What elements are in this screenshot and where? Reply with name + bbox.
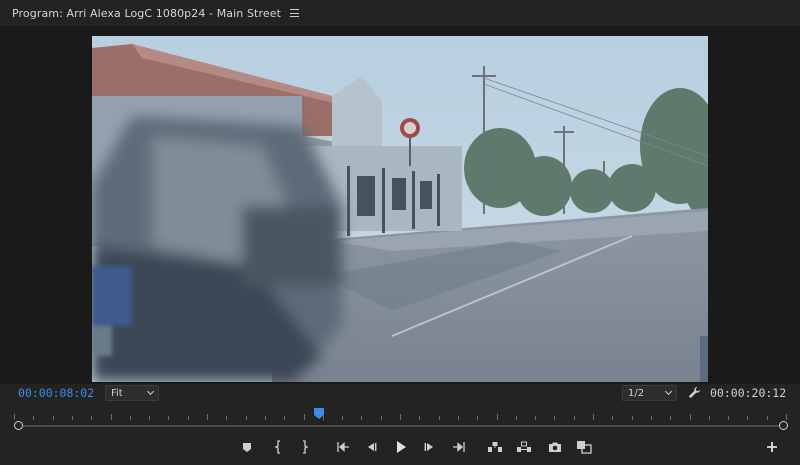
panel-header: Program: Arri Alexa LogC 1080p24 - Main … bbox=[0, 0, 800, 26]
ruler-tick bbox=[14, 414, 15, 420]
ruler-tick bbox=[168, 416, 170, 420]
ruler-tick bbox=[129, 416, 131, 420]
ruler-tick bbox=[400, 414, 401, 420]
extract-icon bbox=[517, 441, 531, 452]
transport-controls bbox=[0, 436, 800, 458]
go-to-in-button[interactable] bbox=[334, 438, 352, 456]
mark-out-icon bbox=[303, 440, 309, 454]
scrub-track[interactable] bbox=[18, 425, 783, 427]
comparison-view-icon bbox=[577, 441, 592, 454]
mark-in-icon bbox=[274, 440, 280, 454]
video-frame[interactable] bbox=[92, 36, 708, 382]
ruler-tick bbox=[457, 416, 459, 420]
time-ruler[interactable] bbox=[14, 408, 787, 422]
ruler-tick bbox=[207, 414, 208, 420]
ruler-tick bbox=[689, 414, 691, 420]
settings-wrench-icon[interactable] bbox=[688, 386, 701, 399]
ruler-tick bbox=[477, 416, 479, 420]
mark-in-button[interactable] bbox=[269, 438, 287, 456]
ruler-tick bbox=[284, 416, 286, 420]
ruler-tick bbox=[535, 416, 537, 420]
ruler-tick bbox=[747, 416, 749, 420]
step-back-button[interactable] bbox=[362, 438, 380, 456]
ruler-tick bbox=[52, 416, 54, 420]
ruler-tick bbox=[33, 416, 35, 420]
ruler-tick bbox=[496, 414, 498, 420]
ruler-tick bbox=[245, 416, 247, 420]
comparison-view-button[interactable] bbox=[575, 438, 593, 456]
ruler-tick bbox=[766, 416, 768, 420]
go-to-out-button[interactable] bbox=[450, 438, 468, 456]
ruler-tick bbox=[419, 416, 421, 420]
step-forward-button[interactable] bbox=[421, 438, 439, 456]
step-forward-icon bbox=[424, 443, 433, 451]
ruler-tick bbox=[515, 416, 517, 420]
ruler-tick bbox=[650, 416, 652, 420]
add-marker-button[interactable] bbox=[238, 438, 256, 456]
ruler-tick bbox=[380, 416, 382, 420]
ruler-tick bbox=[708, 416, 710, 420]
chevron-down-icon bbox=[146, 387, 155, 396]
playhead-marker[interactable] bbox=[313, 408, 324, 419]
button-editor-button[interactable] bbox=[763, 438, 781, 456]
ruler-tick bbox=[342, 416, 344, 420]
viewer-controls-row: 00:00:08:02 Fit 1/2 00:00:20:12 bbox=[0, 384, 800, 404]
ruler-tick bbox=[593, 414, 594, 420]
panel-menu-icon[interactable] bbox=[290, 9, 299, 17]
ruler-tick bbox=[670, 416, 672, 420]
ruler-tick bbox=[187, 416, 189, 420]
zoom-scroll-handle-right[interactable] bbox=[779, 421, 788, 430]
duration-timecode: 00:00:20:12 bbox=[710, 386, 787, 400]
ruler-tick bbox=[264, 416, 266, 420]
extract-button[interactable] bbox=[515, 438, 533, 456]
export-frame-icon bbox=[549, 442, 561, 452]
ruler-tick bbox=[361, 416, 363, 420]
playback-resolution-select[interactable]: 1/2 bbox=[622, 385, 677, 401]
current-timecode[interactable]: 00:00:08:02 bbox=[18, 386, 94, 400]
ruler-tick bbox=[71, 416, 73, 420]
ruler-tick bbox=[110, 414, 112, 420]
mark-out-button[interactable] bbox=[296, 438, 314, 456]
zoom-level-select[interactable]: Fit bbox=[105, 385, 159, 401]
playback-resolution-value: 1/2 bbox=[628, 387, 645, 399]
program-monitor-viewer[interactable] bbox=[0, 26, 800, 384]
export-frame-button[interactable] bbox=[546, 438, 564, 456]
play-button[interactable] bbox=[392, 438, 410, 456]
lift-button[interactable] bbox=[486, 438, 504, 456]
go-to-out-icon bbox=[453, 442, 465, 452]
video-frame-image bbox=[92, 36, 708, 382]
ruler-tick bbox=[554, 416, 556, 420]
zoom-level-value: Fit bbox=[111, 387, 123, 399]
go-to-in-icon bbox=[337, 442, 349, 452]
ruler-tick bbox=[728, 416, 730, 420]
zoom-scroll-handle-left[interactable] bbox=[14, 421, 23, 430]
ruler-tick bbox=[786, 414, 787, 420]
chevron-down-icon bbox=[664, 387, 673, 396]
ruler-tick bbox=[438, 416, 440, 420]
ruler-tick bbox=[612, 416, 614, 420]
add-marker-icon bbox=[243, 442, 251, 452]
ruler-tick bbox=[303, 414, 305, 420]
lift-icon bbox=[488, 442, 502, 452]
ruler-tick bbox=[573, 416, 575, 420]
step-back-icon bbox=[368, 443, 377, 451]
ruler-tick bbox=[631, 416, 633, 420]
panel-title: Program: Arri Alexa LogC 1080p24 - Main … bbox=[12, 6, 281, 20]
button-editor-icon bbox=[767, 442, 777, 452]
ruler-tick bbox=[226, 416, 228, 420]
ruler-tick bbox=[91, 416, 93, 420]
play-icon bbox=[397, 441, 406, 453]
ruler-tick bbox=[149, 416, 151, 420]
